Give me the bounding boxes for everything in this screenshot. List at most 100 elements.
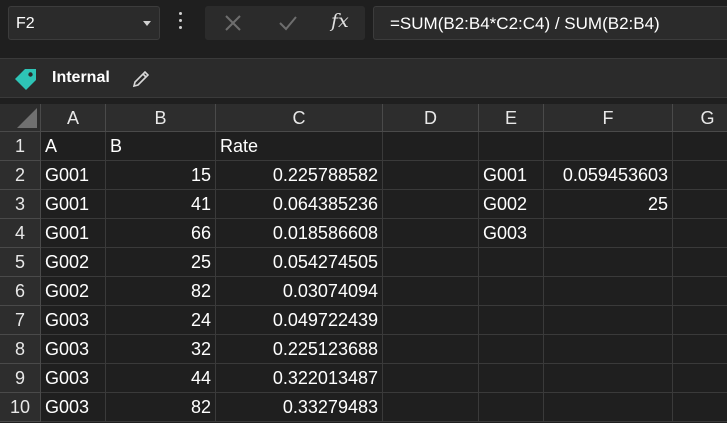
row-header-6[interactable]: 6 (0, 277, 41, 306)
cell-e1[interactable] (479, 132, 544, 161)
cell-g6[interactable] (673, 277, 727, 306)
column-header-e[interactable]: E (479, 104, 544, 132)
cell-e7[interactable] (479, 306, 544, 335)
column-header-g[interactable]: G (673, 104, 727, 132)
tag-icon (15, 69, 36, 90)
cell-c3[interactable]: 0.064385236 (216, 190, 383, 219)
cell-c9[interactable]: 0.322013487 (216, 364, 383, 393)
cell-d8[interactable] (383, 335, 479, 364)
cell-a10[interactable]: G003 (41, 393, 106, 422)
name-box[interactable]: F2 (8, 6, 160, 40)
cell-a3[interactable]: G001 (41, 190, 106, 219)
cell-b2[interactable]: 15 (106, 161, 216, 190)
column-header-c[interactable]: C (216, 104, 383, 132)
cell-c7[interactable]: 0.049722439 (216, 306, 383, 335)
cell-c2[interactable]: 0.225788582 (216, 161, 383, 190)
name-box-value: F2 (16, 15, 35, 32)
cell-e3[interactable]: G002 (479, 190, 544, 219)
cell-g3[interactable] (673, 190, 727, 219)
cell-f6[interactable] (544, 277, 673, 306)
cell-f3[interactable]: 25 (544, 190, 673, 219)
row-header-10[interactable]: 10 (0, 393, 41, 422)
cell-f10[interactable] (544, 393, 673, 422)
cell-g10[interactable] (673, 393, 727, 422)
row-header-5[interactable]: 5 (0, 248, 41, 277)
cell-f8[interactable] (544, 335, 673, 364)
cell-g7[interactable] (673, 306, 727, 335)
cell-g5[interactable] (673, 248, 727, 277)
cell-b6[interactable]: 82 (106, 277, 216, 306)
chevron-down-icon[interactable] (143, 21, 151, 26)
more-vertical-icon[interactable] (178, 12, 184, 34)
cell-g1[interactable] (673, 132, 727, 161)
cell-b10[interactable]: 82 (106, 393, 216, 422)
row-header-3[interactable]: 3 (0, 190, 41, 219)
cell-a6[interactable]: G002 (41, 277, 106, 306)
row-header-9[interactable]: 9 (0, 364, 41, 393)
cell-b7[interactable]: 24 (106, 306, 216, 335)
enter-button[interactable] (267, 6, 307, 40)
cell-f5[interactable] (544, 248, 673, 277)
cell-a5[interactable]: G002 (41, 248, 106, 277)
cell-e8[interactable] (479, 335, 544, 364)
cell-f1[interactable] (544, 132, 673, 161)
cell-a2[interactable]: G001 (41, 161, 106, 190)
cell-g4[interactable] (673, 219, 727, 248)
row-header-1[interactable]: 1 (0, 132, 41, 161)
cell-b4[interactable]: 66 (106, 219, 216, 248)
cell-b8[interactable]: 32 (106, 335, 216, 364)
close-icon (225, 15, 241, 31)
column-header-f[interactable]: F (544, 104, 673, 132)
fx-icon[interactable]: fx (331, 10, 349, 32)
cell-c10[interactable]: 0.33279483 (216, 393, 383, 422)
pencil-icon[interactable] (131, 69, 151, 89)
cell-d6[interactable] (383, 277, 479, 306)
cell-c8[interactable]: 0.225123688 (216, 335, 383, 364)
cell-b9[interactable]: 44 (106, 364, 216, 393)
cell-e10[interactable] (479, 393, 544, 422)
cell-e4[interactable]: G003 (479, 219, 544, 248)
column-header-a[interactable]: A (41, 104, 106, 132)
column-header-b[interactable]: B (106, 104, 216, 132)
row-header-4[interactable]: 4 (0, 219, 41, 248)
cell-d10[interactable] (383, 393, 479, 422)
row-header-8[interactable]: 8 (0, 335, 41, 364)
cell-g2[interactable] (673, 161, 727, 190)
cell-g8[interactable] (673, 335, 727, 364)
cell-d5[interactable] (383, 248, 479, 277)
cell-c4[interactable]: 0.018586608 (216, 219, 383, 248)
cell-f2[interactable]: 0.059453603 (544, 161, 673, 190)
cell-d1[interactable] (383, 132, 479, 161)
cell-a7[interactable]: G003 (41, 306, 106, 335)
cancel-button[interactable] (213, 6, 253, 40)
cell-f4[interactable] (544, 219, 673, 248)
cell-c1[interactable]: Rate (216, 132, 383, 161)
cell-g9[interactable] (673, 364, 727, 393)
cell-f9[interactable] (544, 364, 673, 393)
cell-e2[interactable]: G001 (479, 161, 544, 190)
cell-b1[interactable]: B (106, 132, 216, 161)
cell-e5[interactable] (479, 248, 544, 277)
select-all-button[interactable] (0, 104, 41, 132)
cell-c6[interactable]: 0.03074094 (216, 277, 383, 306)
cell-b3[interactable]: 41 (106, 190, 216, 219)
cell-a4[interactable]: G001 (41, 219, 106, 248)
cell-d2[interactable] (383, 161, 479, 190)
cell-f7[interactable] (544, 306, 673, 335)
cell-d7[interactable] (383, 306, 479, 335)
cell-e6[interactable] (479, 277, 544, 306)
cell-a1[interactable]: A (41, 132, 106, 161)
cell-d4[interactable] (383, 219, 479, 248)
cell-b5[interactable]: 25 (106, 248, 216, 277)
cell-c5[interactable]: 0.054274505 (216, 248, 383, 277)
cell-a8[interactable]: G003 (41, 335, 106, 364)
cell-d9[interactable] (383, 364, 479, 393)
row-header-7[interactable]: 7 (0, 306, 41, 335)
cell-d3[interactable] (383, 190, 479, 219)
cell-e9[interactable] (479, 364, 544, 393)
formula-input[interactable]: =SUM(B2:B4*C2:C4) / SUM(B2:B4) (373, 6, 727, 40)
row-header-2[interactable]: 2 (0, 161, 41, 190)
column-header-d[interactable]: D (383, 104, 479, 132)
check-icon (279, 16, 297, 31)
cell-a9[interactable]: G003 (41, 364, 106, 393)
